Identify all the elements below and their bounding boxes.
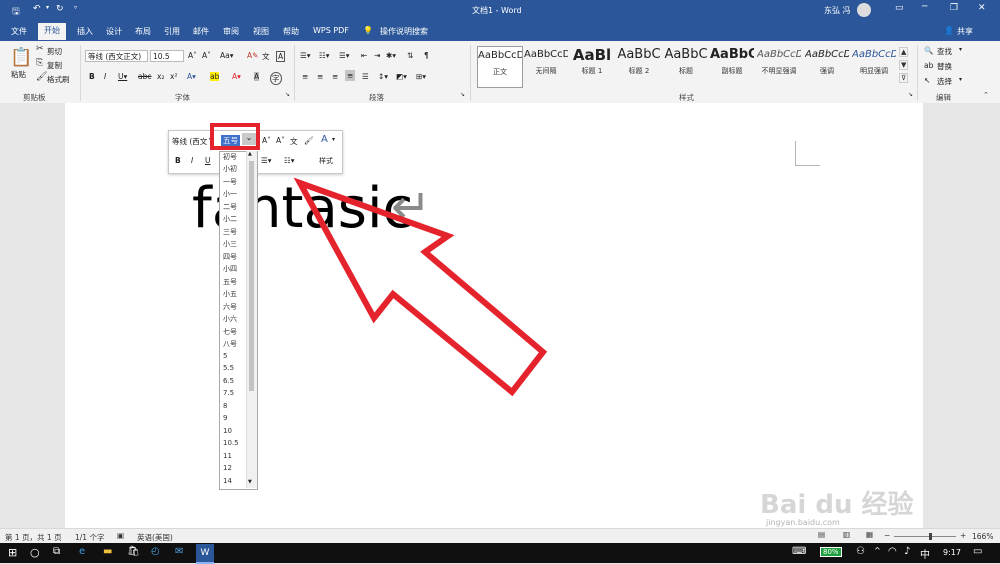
search-icon[interactable]: ○: [30, 546, 40, 559]
size-option[interactable]: 小五: [223, 289, 237, 299]
mini-phonetic-icon[interactable]: 文: [290, 136, 298, 147]
status-bar: 第 1 页，共 1 页 1/1 个字 ▣ 英语(美国) ▤ ▥ ▦ − + 16…: [0, 528, 1000, 544]
highlight-box: [210, 123, 260, 150]
battery-indicator[interactable]: 80%: [820, 547, 842, 557]
size-option[interactable]: 10.5: [223, 439, 239, 447]
scroll-thumb[interactable]: [249, 161, 254, 391]
size-option[interactable]: 六号: [223, 302, 237, 312]
proofing-icon[interactable]: ▣: [117, 531, 124, 540]
mini-styles-label: 样式: [319, 157, 333, 165]
size-option[interactable]: 小三: [223, 239, 237, 249]
network-icon[interactable]: ◠: [888, 546, 897, 557]
size-option[interactable]: 小四: [223, 264, 237, 274]
people-icon[interactable]: ⚇: [856, 546, 865, 557]
scroll-up-icon[interactable]: ▲: [248, 151, 252, 157]
mini-italic-icon[interactable]: I: [191, 156, 193, 165]
size-option[interactable]: 10: [223, 427, 232, 435]
size-option[interactable]: 八号: [223, 339, 237, 349]
dropdown-scrollbar[interactable]: ▲ ▼: [246, 151, 257, 488]
size-option[interactable]: 12: [223, 464, 232, 472]
arrow-shape: [293, 177, 548, 397]
clock-time[interactable]: 9:17: [943, 548, 961, 557]
scroll-down-icon[interactable]: ▼: [248, 479, 252, 485]
task-view-icon[interactable]: ⧉: [53, 546, 60, 557]
size-option[interactable]: 初号: [223, 152, 237, 162]
size-option[interactable]: 5: [223, 352, 227, 360]
mail-icon[interactable]: ✉: [175, 546, 183, 557]
watermark-brand: Bai du 经验: [760, 490, 914, 520]
ime-icon[interactable]: 中: [920, 546, 930, 561]
zoom-out-icon[interactable]: −: [884, 531, 890, 540]
watermark-url: jingyan.baidu.com: [766, 518, 840, 527]
size-option[interactable]: 一号: [223, 177, 237, 187]
size-option[interactable]: 小六: [223, 314, 237, 324]
size-option[interactable]: 7.5: [223, 389, 234, 397]
read-mode-icon[interactable]: ▤: [818, 530, 825, 539]
size-option[interactable]: 五号: [223, 277, 237, 287]
size-option[interactable]: 小二: [223, 214, 237, 224]
zoom-slider[interactable]: [894, 536, 956, 537]
zoom-level[interactable]: 166%: [972, 532, 993, 541]
clock-app-icon[interactable]: ◴: [151, 546, 160, 557]
size-option[interactable]: 6.5: [223, 377, 234, 385]
web-layout-icon[interactable]: ▦: [866, 530, 873, 539]
mini-shrink-font-icon[interactable]: A˅: [276, 136, 285, 145]
size-option[interactable]: 8: [223, 402, 227, 410]
size-option[interactable]: 11: [223, 452, 232, 460]
mini-bullets-icon[interactable]: ☰▾: [261, 156, 272, 165]
size-option[interactable]: 9: [223, 414, 227, 422]
file-explorer-icon[interactable]: ▬: [103, 546, 112, 557]
size-option[interactable]: 七号: [223, 327, 237, 337]
show-hidden-icons[interactable]: ^: [874, 546, 881, 555]
keyboard-icon[interactable]: ⌨: [792, 546, 806, 557]
mini-numbering-icon[interactable]: ☷▾: [284, 156, 295, 165]
size-option[interactable]: 三号: [223, 227, 237, 237]
store-icon[interactable]: 🛍: [127, 546, 140, 557]
size-option[interactable]: 小一: [223, 189, 237, 199]
mini-styles-dropdown-icon[interactable]: ▾: [332, 136, 335, 143]
mini-styles-icon[interactable]: A: [321, 134, 328, 145]
volume-icon[interactable]: ♪: [904, 546, 910, 557]
word-count[interactable]: 1/1 个字: [75, 532, 104, 543]
size-option[interactable]: 二号: [223, 202, 237, 212]
notification-icon[interactable]: ▭: [973, 546, 982, 557]
mini-format-painter-icon[interactable]: 🖌: [304, 136, 314, 145]
red-arrow-annotation: [293, 177, 548, 397]
taskbar: ⊞ ○ ⧉ e ▬ 🛍 ◴ ✉ W ⌨ 80% ⚇ ^ ◠ ♪ 中 9:17 ▭: [0, 543, 1000, 564]
language-status[interactable]: 英语(美国): [137, 532, 173, 543]
print-layout-icon[interactable]: ▥: [843, 530, 850, 539]
edge-icon[interactable]: e: [79, 546, 85, 557]
mini-bold-icon[interactable]: B: [175, 156, 181, 165]
size-option[interactable]: 四号: [223, 252, 237, 262]
mini-grow-font-icon[interactable]: A˄: [262, 136, 271, 145]
zoom-in-icon[interactable]: +: [960, 531, 966, 540]
page-count[interactable]: 第 1 页，共 1 页: [5, 532, 62, 543]
size-option[interactable]: 14: [223, 477, 232, 485]
zoom-slider-thumb[interactable]: [929, 533, 932, 540]
mini-font-select[interactable]: 等线 (西文: [172, 136, 207, 147]
size-option[interactable]: 小初: [223, 164, 237, 174]
word-taskbar-icon[interactable]: W: [196, 544, 214, 564]
windows-start-icon[interactable]: ⊞: [8, 546, 17, 559]
size-option[interactable]: 5.5: [223, 364, 234, 372]
mini-underline-icon[interactable]: U: [205, 156, 211, 165]
